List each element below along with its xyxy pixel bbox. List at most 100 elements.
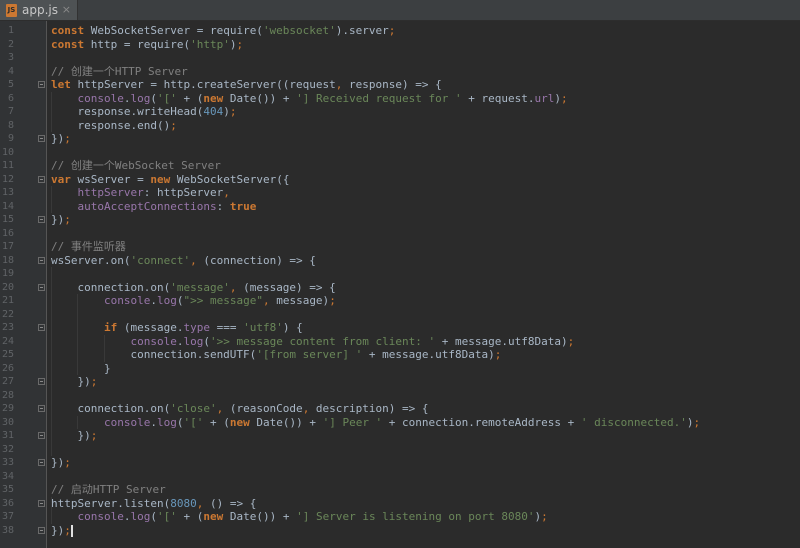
code-text: connection.on('message', (message) => { [51, 280, 336, 294]
code-text: const WebSocketServer = require('websock… [51, 24, 396, 37]
code-line[interactable]: }); [47, 132, 800, 146]
line-number: 34 [1, 470, 14, 482]
line-number: 21 [1, 295, 14, 306]
fold-marker-icon[interactable] [38, 459, 45, 466]
code-text: }); [51, 375, 98, 388]
fold-marker-icon[interactable] [38, 432, 45, 439]
line-number: 25 [1, 349, 14, 360]
fold-marker-icon[interactable] [38, 283, 45, 291]
code-editor[interactable]: 1 2 3 4 5 6 7 8 9 10 11 12 13 14 15 16 17 18 19 20 21 22 23 24 2… [0, 21, 800, 548]
code-line[interactable]: }); [47, 524, 800, 538]
code-text: let httpServer = http.createServer((requ… [51, 78, 442, 91]
code-text: // 事件监听器 [51, 240, 126, 253]
code-line[interactable]: var wsServer = new WebSocketServer({ [47, 173, 800, 187]
code-text: } [51, 361, 111, 375]
line-number: 2 [7, 38, 14, 50]
fold-marker-icon[interactable] [38, 175, 45, 183]
text-caret [70, 524, 73, 537]
code-line[interactable]: let httpServer = http.createServer((requ… [47, 78, 800, 92]
code-line[interactable]: // 启动HTTP Server [47, 483, 800, 497]
fold-marker-icon[interactable] [38, 324, 45, 331]
line-number: 33 [1, 457, 14, 468]
code-area[interactable]: const WebSocketServer = require('websock… [47, 21, 800, 548]
code-text: console.log('[' + (new Date()) + '] Peer… [103, 415, 701, 429]
code-text: connection.sendUTF('[from server] ' + me… [51, 348, 502, 361]
code-line[interactable] [47, 267, 800, 281]
code-text: console.log('>> message content from cli… [130, 334, 575, 348]
code-line[interactable]: // 创建一个HTTP Server [47, 65, 800, 79]
code-line[interactable]: connection.on('close', (reasonCode, desc… [47, 402, 800, 416]
code-text: httpServer: httpServer, [77, 186, 230, 199]
code-line[interactable]: httpServer: httpServer, [47, 186, 800, 200]
line-number: 9 [7, 133, 14, 144]
line-number: 5 [7, 79, 14, 90]
fold-marker-icon[interactable] [38, 526, 45, 534]
code-line[interactable]: }); [47, 213, 800, 227]
line-number: 16 [1, 227, 14, 239]
code-line[interactable]: console.log('[' + (new Date()) + '] Rece… [47, 92, 800, 106]
line-number: 19 [1, 268, 14, 279]
fold-marker-icon[interactable] [38, 81, 45, 88]
code-line[interactable]: connection.on('message', (message) => { [47, 281, 800, 295]
line-number: 27 [1, 376, 14, 387]
code-line[interactable]: console.log(">> message", message); [47, 294, 800, 308]
code-text: console.log('[' + (new Date()) + '] Rece… [77, 91, 568, 105]
code-line[interactable] [47, 227, 800, 241]
code-line[interactable]: }); [47, 456, 800, 470]
line-number: 17 [1, 241, 14, 252]
fold-marker-icon[interactable] [38, 378, 45, 385]
code-line[interactable]: }); [47, 429, 800, 443]
fold-marker-icon[interactable] [38, 256, 45, 264]
code-line[interactable]: wsServer.on('connect', (connection) => { [47, 254, 800, 268]
code-text: if (message.type === 'utf8') { [103, 321, 303, 334]
code-line[interactable] [47, 443, 800, 457]
code-line[interactable]: response.writeHead(404); [47, 105, 800, 119]
line-number: 38 [1, 524, 14, 536]
code-text: }); [51, 132, 71, 145]
code-line[interactable] [47, 389, 800, 403]
code-line[interactable]: console.log('[' + (new Date()) + '] Serv… [47, 510, 800, 524]
line-number: 28 [1, 389, 14, 401]
code-line[interactable]: const http = require('http'); [47, 38, 800, 52]
code-text: // 启动HTTP Server [51, 483, 166, 496]
code-line[interactable] [47, 146, 800, 160]
line-number: 18 [1, 254, 14, 266]
code-text: response.end(); [51, 118, 177, 132]
code-line[interactable]: connection.sendUTF('[from server] ' + me… [47, 348, 800, 362]
code-line[interactable]: response.end(); [47, 119, 800, 133]
code-text: response.writeHead(404); [51, 105, 237, 118]
line-number: 1 [7, 25, 14, 36]
line-number: 32 [1, 443, 14, 455]
code-text: console.log('[' + (new Date()) + '] Serv… [77, 510, 548, 523]
code-line[interactable]: autoAcceptConnections: true [47, 200, 800, 214]
tab-app-js[interactable]: JS app.js × [0, 0, 78, 20]
line-number: 36 [1, 497, 14, 509]
code-text: // 创建一个WebSocket Server [51, 159, 221, 172]
code-line[interactable]: console.log('>> message content from cli… [47, 335, 800, 349]
fold-marker-icon[interactable] [38, 135, 45, 142]
fold-marker-icon[interactable] [38, 216, 45, 223]
fold-marker-icon[interactable] [38, 405, 45, 412]
code-line[interactable]: if (message.type === 'utf8') { [47, 321, 800, 335]
code-text: }); [51, 523, 71, 537]
code-line[interactable] [47, 308, 800, 322]
code-line[interactable]: const WebSocketServer = require('websock… [47, 24, 800, 38]
line-number: 26 [1, 362, 14, 374]
code-line[interactable] [47, 51, 800, 65]
code-line[interactable]: // 事件监听器 [47, 240, 800, 254]
fold-marker-icon[interactable] [38, 499, 45, 507]
code-line[interactable]: } [47, 362, 800, 376]
code-line[interactable]: // 创建一个WebSocket Server [47, 159, 800, 173]
code-line[interactable]: httpServer.listen(8080, () => { [47, 497, 800, 511]
code-line[interactable] [47, 470, 800, 484]
code-line[interactable]: console.log('[' + (new Date()) + '] Peer… [47, 416, 800, 430]
line-number: 22 [1, 308, 14, 320]
js-file-icon: JS [6, 3, 17, 17]
line-number: 15 [1, 214, 14, 225]
line-number: 31 [1, 430, 14, 441]
code-text: const http = require('http'); [51, 37, 244, 51]
line-number: 14 [1, 200, 14, 212]
line-number: 11 [1, 160, 14, 171]
close-icon[interactable]: × [62, 3, 71, 16]
code-line[interactable]: }); [47, 375, 800, 389]
